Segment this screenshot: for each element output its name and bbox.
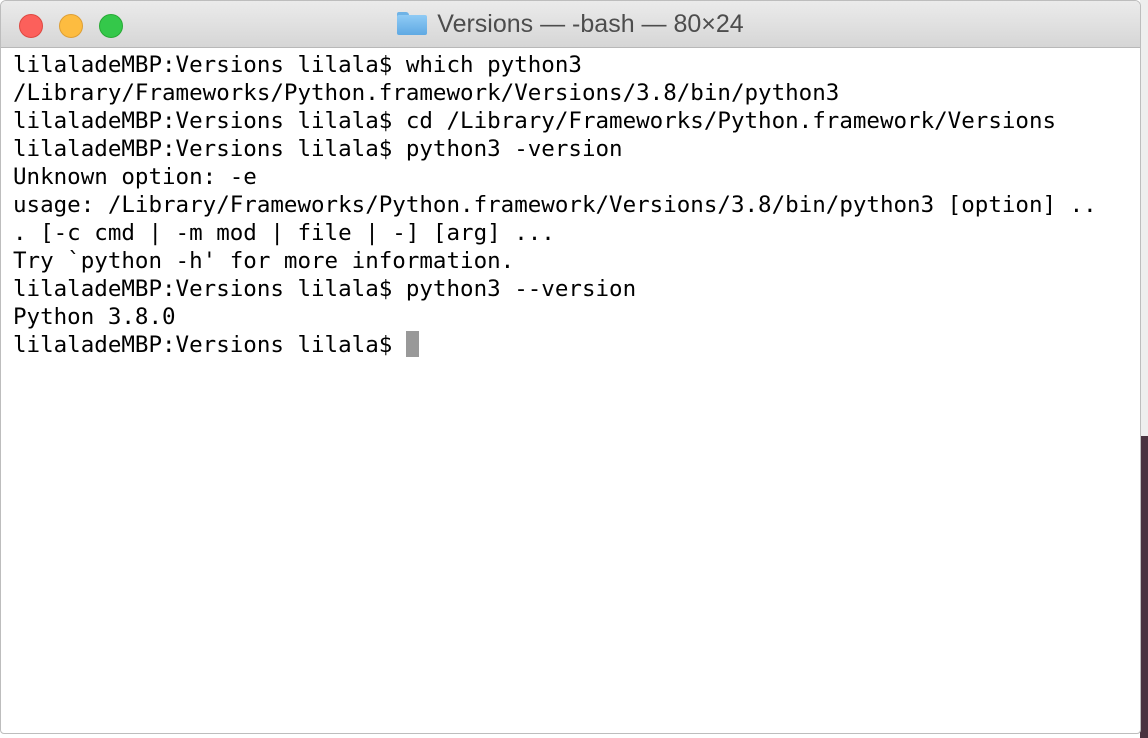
terminal-line: Unknown option: -e [13, 164, 257, 190]
terminal-line: Python 3.8.0 [13, 304, 176, 330]
window-title: Versions — -bash — 80×24 [437, 10, 744, 38]
terminal-line: /Library/Frameworks/Python.framework/Ver… [13, 80, 840, 106]
terminal-window: Versions — -bash — 80×24 lilaladeMBP:Ver… [0, 0, 1141, 734]
terminal-line: . [-c cmd | -m mod | file | -] [arg] ... [13, 220, 555, 246]
terminal-line: lilaladeMBP:Versions lilala$ cd /Library… [13, 108, 1057, 134]
terminal-line: usage: /Library/Frameworks/Python.framew… [13, 192, 1097, 218]
terminal-line: lilaladeMBP:Versions lilala$ python3 -ve… [13, 136, 623, 162]
title-bar[interactable]: Versions — -bash — 80×24 [1, 1, 1140, 48]
window-title-group: Versions — -bash — 80×24 [1, 1, 1140, 48]
desktop-wallpaper [1140, 436, 1148, 738]
terminal-output[interactable]: lilaladeMBP:Versions lilala$ which pytho… [13, 51, 1134, 359]
terminal-prompt-line[interactable]: lilaladeMBP:Versions lilala$ [13, 331, 1134, 359]
shell-prompt: lilaladeMBP:Versions lilala$ [13, 332, 406, 358]
desktop-background [1140, 0, 1148, 738]
terminal-line: lilaladeMBP:Versions lilala$ which pytho… [13, 52, 582, 78]
terminal-line: Try `python -h' for more information. [13, 248, 515, 274]
terminal-line: lilaladeMBP:Versions lilala$ python3 --v… [13, 276, 637, 302]
text-cursor [405, 331, 419, 357]
folder-icon [397, 12, 428, 35]
